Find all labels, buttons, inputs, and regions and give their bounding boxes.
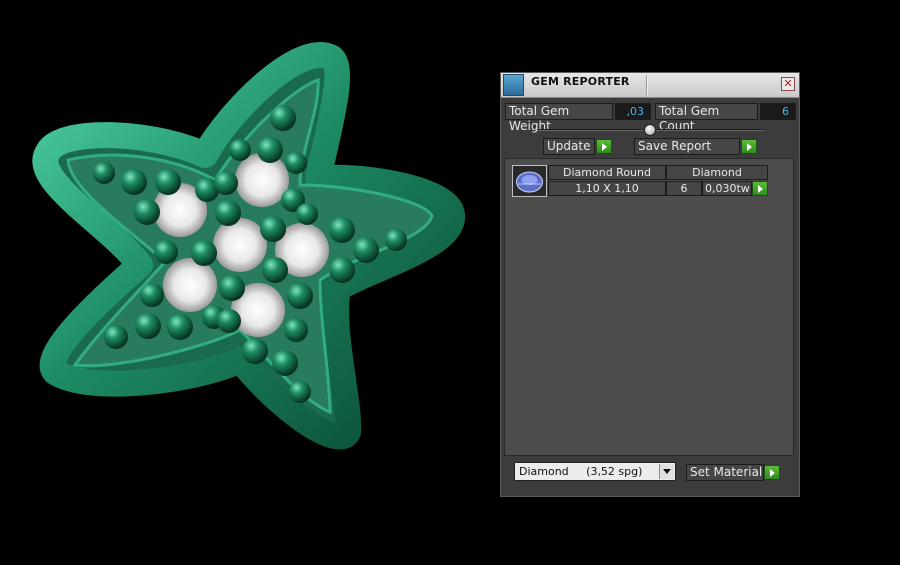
total-gem-count-label: Total Gem Count: [655, 103, 758, 133]
gem-reporter-icon: [503, 74, 524, 96]
material-select[interactable]: Diamond (3,52 spg): [514, 462, 676, 481]
starfish-jewelry-model: [32, 42, 465, 450]
material-select-value: Diamond (3,52 spg): [519, 465, 643, 478]
chevron-down-icon[interactable]: [659, 464, 674, 479]
total-gem-weight-label: Total Gem Weight: [505, 103, 613, 133]
gem-list[interactable]: Diamond Round Diamond 1,10 X 1,10 6 0,03…: [504, 158, 794, 456]
save-report-button-label[interactable]: Save Report: [634, 138, 740, 155]
close-icon[interactable]: ✕: [781, 77, 795, 91]
total-gem-weight-value: ,03: [615, 103, 651, 120]
size-slider-knob[interactable]: [644, 124, 656, 136]
gem-reporter-panel: GEM REPORTER ✕ Total Gem Weight ,03 Tota…: [500, 72, 800, 497]
update-button-label[interactable]: Update: [543, 138, 595, 155]
gem-material-cell: Diamond: [666, 165, 768, 180]
gem-weight-cell: 0,030tw: [702, 181, 752, 196]
update-go-button[interactable]: [596, 139, 612, 154]
set-material-go-button[interactable]: [764, 465, 780, 480]
gem-row-go-button[interactable]: [752, 181, 768, 196]
total-gem-count-value: 6: [760, 103, 796, 120]
gem-thumbnail: [512, 165, 547, 197]
diamond-round-icon: [516, 171, 543, 193]
titlebar-divider: [646, 75, 648, 95]
gem-size-cell: 1,10 X 1,10: [548, 181, 666, 196]
save-report-go-button[interactable]: [741, 139, 757, 154]
gem-shape-cell: Diamond Round: [548, 165, 666, 180]
panel-titlebar[interactable]: GEM REPORTER ✕: [501, 73, 799, 98]
gem-count-cell: 6: [666, 181, 702, 196]
panel-title: GEM REPORTER: [531, 75, 630, 88]
set-material-button-label[interactable]: Set Material: [686, 464, 764, 481]
